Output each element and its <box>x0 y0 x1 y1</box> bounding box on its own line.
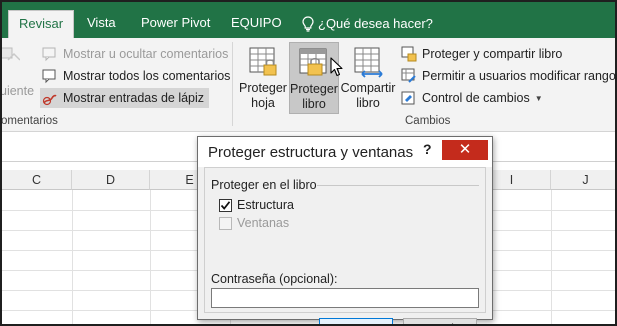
comment-toggle-icon <box>42 46 58 62</box>
show-ink-label: Mostrar entradas de lápiz <box>63 91 205 105</box>
protect-workbook-label-1: Proteger <box>290 82 338 96</box>
section-divider <box>317 185 479 186</box>
dialog-body: Proteger en el libro Estructura Ventanas… <box>204 167 486 324</box>
cancel-button[interactable]: Cancelar <box>403 318 477 324</box>
group-separator <box>232 42 233 126</box>
windows-checkbox <box>219 216 232 230</box>
dialog-title: Proteger estructura y ventanas <box>208 144 414 161</box>
dialog-title-bar[interactable]: Proteger estructura y ventanas ? ✕ <box>198 137 492 167</box>
ink-pen-icon <box>42 90 58 106</box>
checkmark-icon <box>220 200 231 210</box>
protect-workbook-label-2: libro <box>302 97 326 111</box>
next-comment-button[interactable]: uiente <box>0 42 40 102</box>
protect-share-icon <box>401 46 417 62</box>
help-button[interactable]: ? <box>423 141 432 157</box>
windows-checkbox-row: Ventanas <box>219 216 289 230</box>
next-comment-icon <box>2 47 20 61</box>
structure-checkbox[interactable] <box>219 198 232 212</box>
structure-checkbox-row[interactable]: Estructura <box>219 198 294 212</box>
ribbon-tab-strip: Revisar Vista Power Pivot EQUIPO ¿Qué de… <box>2 2 615 38</box>
tab-power-pivot[interactable]: Power Pivot <box>141 10 210 38</box>
tab-revisar[interactable]: Revisar <box>8 10 75 38</box>
structure-label: Estructura <box>237 198 294 212</box>
column-header-d[interactable]: D <box>72 170 150 190</box>
chevron-down-icon: ▼ <box>534 93 543 103</box>
ribbon: uiente Mostrar u ocultar comentarios Mos… <box>2 38 615 132</box>
edit-ranges-icon <box>401 68 417 84</box>
allow-edit-ranges-label: Permitir a usuarios modificar rangos <box>422 69 617 83</box>
comments-group-label: omentarios <box>1 115 58 127</box>
tell-me-box[interactable]: ¿Qué desea hacer? <box>302 10 433 38</box>
track-changes-icon <box>401 90 417 106</box>
track-changes-button[interactable]: Control de cambios ▼ <box>401 88 543 108</box>
changes-group-label: Cambios <box>405 115 451 127</box>
password-input[interactable] <box>211 288 479 308</box>
protect-workbook-button[interactable]: Proteger libro <box>289 42 339 114</box>
protect-sheet-button[interactable]: Proteger hoja <box>238 42 288 114</box>
share-workbook-label-2: libro <box>356 96 380 110</box>
comments-icon <box>42 68 58 84</box>
show-hide-comments-button[interactable]: Mostrar u ocultar comentarios <box>42 44 228 64</box>
ok-button[interactable]: Aceptar <box>319 318 393 324</box>
windows-label: Ventanas <box>237 216 290 230</box>
column-header-j[interactable]: J <box>551 170 615 190</box>
password-label: Contraseña (opcional): <box>211 272 338 286</box>
protect-sheet-label-2: hoja <box>251 96 275 110</box>
column-header-c[interactable]: C <box>2 170 72 190</box>
allow-edit-ranges-button[interactable]: Permitir a usuarios modificar rangos <box>401 66 617 86</box>
protect-share-workbook-button[interactable]: Proteger y compartir libro <box>401 44 562 64</box>
show-ink-button[interactable]: Mostrar entradas de lápiz <box>40 88 210 108</box>
tell-me-text: ¿Qué desea hacer? <box>318 16 433 31</box>
protect-share-label: Proteger y compartir libro <box>422 47 563 61</box>
excel-window: Revisar Vista Power Pivot EQUIPO ¿Qué de… <box>0 0 617 326</box>
tab-equipo[interactable]: EQUIPO <box>231 10 282 38</box>
share-workbook-icon <box>352 46 384 78</box>
protect-sheet-label-1: Proteger <box>239 81 287 95</box>
share-workbook-label-1: Compartir <box>340 81 396 95</box>
close-button[interactable]: ✕ <box>442 140 488 160</box>
lightbulb-icon <box>302 16 314 32</box>
protect-workbook-icon <box>298 47 330 79</box>
protect-sheet-icon <box>247 46 279 78</box>
show-all-comments-button[interactable]: Mostrar todos los comentarios <box>42 66 230 86</box>
next-comment-label: uiente <box>0 84 35 98</box>
show-hide-comments-label: Mostrar u ocultar comentarios <box>63 47 229 61</box>
tab-vista[interactable]: Vista <box>87 10 116 38</box>
share-workbook-button[interactable]: Compartir libro <box>340 42 396 114</box>
section-label: Proteger en el libro <box>211 178 317 192</box>
show-all-comments-label: Mostrar todos los comentarios <box>63 69 231 83</box>
protect-structure-dialog: Proteger estructura y ventanas ? ✕ Prote… <box>197 136 493 324</box>
track-changes-label: Control de cambios <box>422 91 530 105</box>
